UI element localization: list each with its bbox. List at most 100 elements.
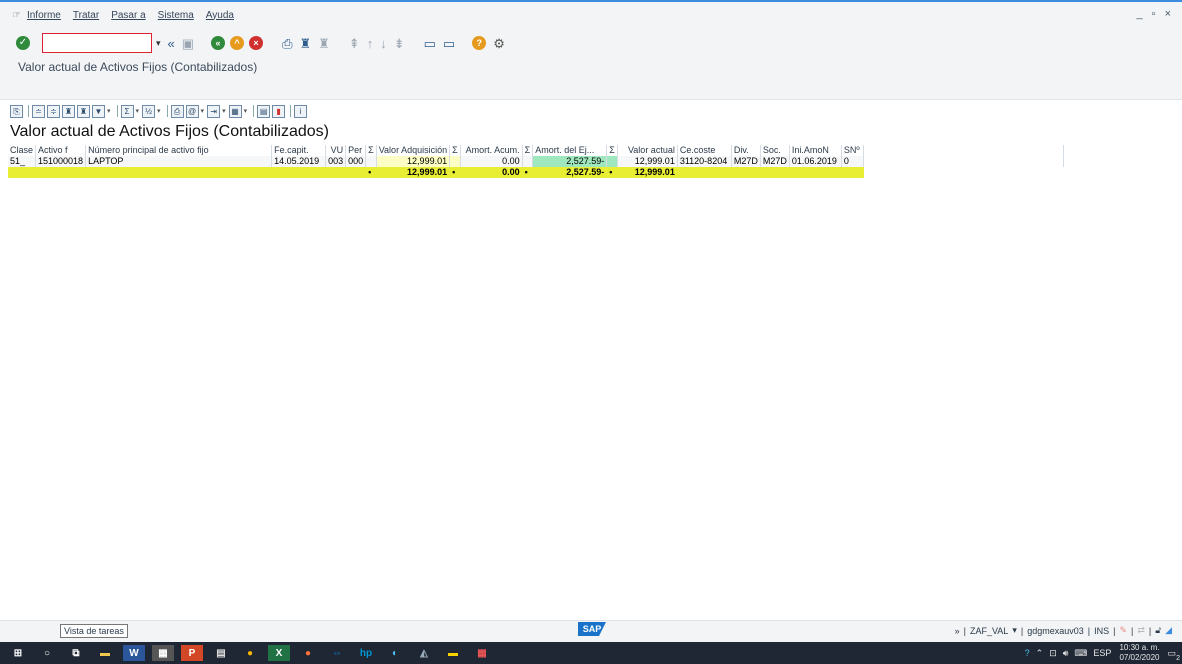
- menu-ayuda[interactable]: Ayuda: [206, 10, 234, 21]
- cell-ini-amon[interactable]: 01.06.2019: [789, 156, 842, 167]
- sort-ascending-icon[interactable]: ≐: [32, 104, 45, 118]
- help-icon[interactable]: ?: [1025, 648, 1030, 658]
- change-layout-icon[interactable]: ▦: [228, 104, 242, 118]
- cell-fecapit[interactable]: 14.05.2019: [271, 156, 327, 167]
- subtotal-dropdown-icon[interactable]: ▾: [157, 107, 161, 115]
- total-sum-icon[interactable]: Σ: [120, 104, 134, 118]
- cell-snr[interactable]: 0: [841, 156, 864, 167]
- firefox-icon[interactable]: ●: [297, 645, 319, 661]
- exit-icon[interactable]: ^: [230, 36, 245, 50]
- sap-logon-icon[interactable]: ▬: [442, 645, 464, 661]
- command-history-dropdown-icon[interactable]: ▾: [156, 38, 161, 49]
- column-header[interactable]: Clase: [8, 145, 37, 156]
- cell-descripcion[interactable]: LAPTOP: [85, 156, 273, 167]
- column-header[interactable]: Soc.: [760, 145, 790, 156]
- enter-check-icon[interactable]: ✓: [16, 36, 30, 50]
- chevron-up-icon[interactable]: ⌃: [1036, 648, 1044, 659]
- column-header[interactable]: Ini.AmoN: [789, 145, 842, 156]
- menu-informe[interactable]: Informe: [27, 10, 61, 21]
- print-preview-icon[interactable]: ⎙: [170, 104, 184, 118]
- notifications-icon[interactable]: ▭ 2: [1167, 648, 1180, 662]
- sort-descending-icon[interactable]: ≑: [47, 104, 60, 118]
- cell-clase[interactable]: 51_: [8, 156, 37, 167]
- column-header[interactable]: Valor actual: [617, 145, 678, 156]
- back-icon[interactable]: «: [211, 36, 226, 50]
- cell-div[interactable]: M27D: [731, 156, 761, 167]
- column-header[interactable]: Per: [345, 145, 367, 156]
- column-header[interactable]: VU: [325, 145, 347, 156]
- total-row[interactable]: • 12,999.01 • 0.00 • 2,527.59- • 12,999.…: [8, 167, 1064, 178]
- total-amort-ejercicio[interactable]: 2,527.59-: [532, 167, 608, 178]
- last-page-icon[interactable]: ⇟: [394, 37, 405, 50]
- column-header[interactable]: Fe.capit.: [271, 145, 327, 156]
- filter-dropdown-icon[interactable]: ▾: [107, 107, 111, 115]
- find-icon[interactable]: ♜: [62, 104, 75, 118]
- clock[interactable]: 10:30 a. m. 07/02/2020: [1119, 643, 1159, 663]
- network-icon[interactable]: ⊡: [1049, 648, 1057, 659]
- lock-icon[interactable]: 🔓︎: [1155, 625, 1161, 636]
- powerpoint-icon[interactable]: P: [181, 645, 203, 661]
- column-header[interactable]: SNº: [841, 145, 864, 156]
- chrome-icon[interactable]: ●: [239, 645, 261, 661]
- help-icon[interactable]: ?: [472, 36, 487, 50]
- calendar-icon[interactable]: ▤: [210, 645, 232, 661]
- find-icon[interactable]: ♜: [299, 37, 311, 50]
- volume-icon[interactable]: 🔊︎: [1063, 648, 1069, 659]
- keyboard-icon[interactable]: ⌨: [1074, 648, 1087, 659]
- menu-sistema[interactable]: Sistema: [158, 10, 194, 21]
- cancel-icon[interactable]: ×: [249, 36, 264, 50]
- sap-gui-icon[interactable]: ▦: [471, 645, 493, 661]
- cell-soc[interactable]: M27D: [760, 156, 790, 167]
- save-icon[interactable]: ▣: [182, 37, 194, 50]
- filter-icon[interactable]: ▼: [92, 104, 105, 118]
- excel-icon[interactable]: ▤: [257, 104, 271, 118]
- column-header[interactable]: Amort. del Ej...: [532, 145, 608, 156]
- find-next-icon[interactable]: ♜: [318, 37, 330, 50]
- cell-amort-acum[interactable]: 0.00: [460, 156, 523, 167]
- graphic-chart-icon[interactable]: ▮: [272, 104, 286, 118]
- column-header[interactable]: Ce.coste: [677, 145, 732, 156]
- cell-amort-ejercicio[interactable]: 2,527.59-: [532, 156, 608, 167]
- word-icon[interactable]: W: [123, 645, 145, 661]
- hp-icon[interactable]: hp: [355, 645, 377, 661]
- settings-gear-icon[interactable]: ⚙: [493, 37, 505, 50]
- column-header[interactable]: Número principal de activo fijo: [85, 145, 273, 156]
- menu-list-icon[interactable]: ☞: [12, 10, 21, 21]
- export-icon[interactable]: ⇥: [207, 104, 221, 118]
- app-icon[interactable]: ◭: [413, 645, 435, 661]
- column-header[interactable]: Div.: [731, 145, 761, 156]
- search-icon[interactable]: ○: [36, 645, 58, 661]
- information-icon[interactable]: i: [294, 104, 308, 118]
- input-mode[interactable]: INS: [1094, 626, 1109, 636]
- menu-tratar[interactable]: Tratar: [73, 10, 99, 21]
- mail-dropdown-icon[interactable]: ▾: [201, 107, 205, 115]
- layout-dropdown-icon[interactable]: ▾: [244, 107, 248, 115]
- column-header[interactable]: Valor Adquisición: [376, 145, 451, 156]
- column-header[interactable]: Amort. Acum.: [460, 145, 523, 156]
- details-icon[interactable]: ⎘: [10, 104, 23, 118]
- excel-icon[interactable]: X: [268, 645, 290, 661]
- cell-per[interactable]: 000: [345, 156, 367, 167]
- next-page-icon[interactable]: ↓: [380, 37, 387, 50]
- mail-icon[interactable]: @: [185, 104, 199, 118]
- teamviewer-icon[interactable]: ⇔: [326, 645, 348, 661]
- print-icon[interactable]: ⎙: [282, 37, 292, 50]
- cell-valor-adquisicion[interactable]: 12,999.01: [376, 156, 451, 167]
- command-field[interactable]: [42, 33, 152, 54]
- history-back-icon[interactable]: «: [168, 37, 175, 50]
- window-controls[interactable]: _ ▫ ×: [1136, 8, 1174, 20]
- calculator-icon[interactable]: ▦: [152, 645, 174, 661]
- windows-start-icon[interactable]: ⊞: [7, 645, 29, 661]
- cell-activo[interactable]: 151000018: [35, 156, 87, 167]
- subtotal-icon[interactable]: ½: [142, 104, 156, 118]
- previous-page-icon[interactable]: ↑: [367, 37, 374, 50]
- shortcut-icon[interactable]: ▭: [443, 37, 455, 50]
- total-dropdown-icon[interactable]: ▾: [136, 107, 140, 115]
- cell-vu[interactable]: 003: [325, 156, 347, 167]
- cell-ce-coste[interactable]: 31120-8204: [677, 156, 732, 167]
- find-next-icon[interactable]: ♜: [77, 104, 90, 118]
- export-dropdown-icon[interactable]: ▾: [222, 107, 226, 115]
- system-info-toggle[interactable]: »: [955, 626, 960, 636]
- total-valor-actual[interactable]: 12,999.01: [617, 167, 678, 178]
- total-amort-acum[interactable]: 0.00: [460, 167, 523, 178]
